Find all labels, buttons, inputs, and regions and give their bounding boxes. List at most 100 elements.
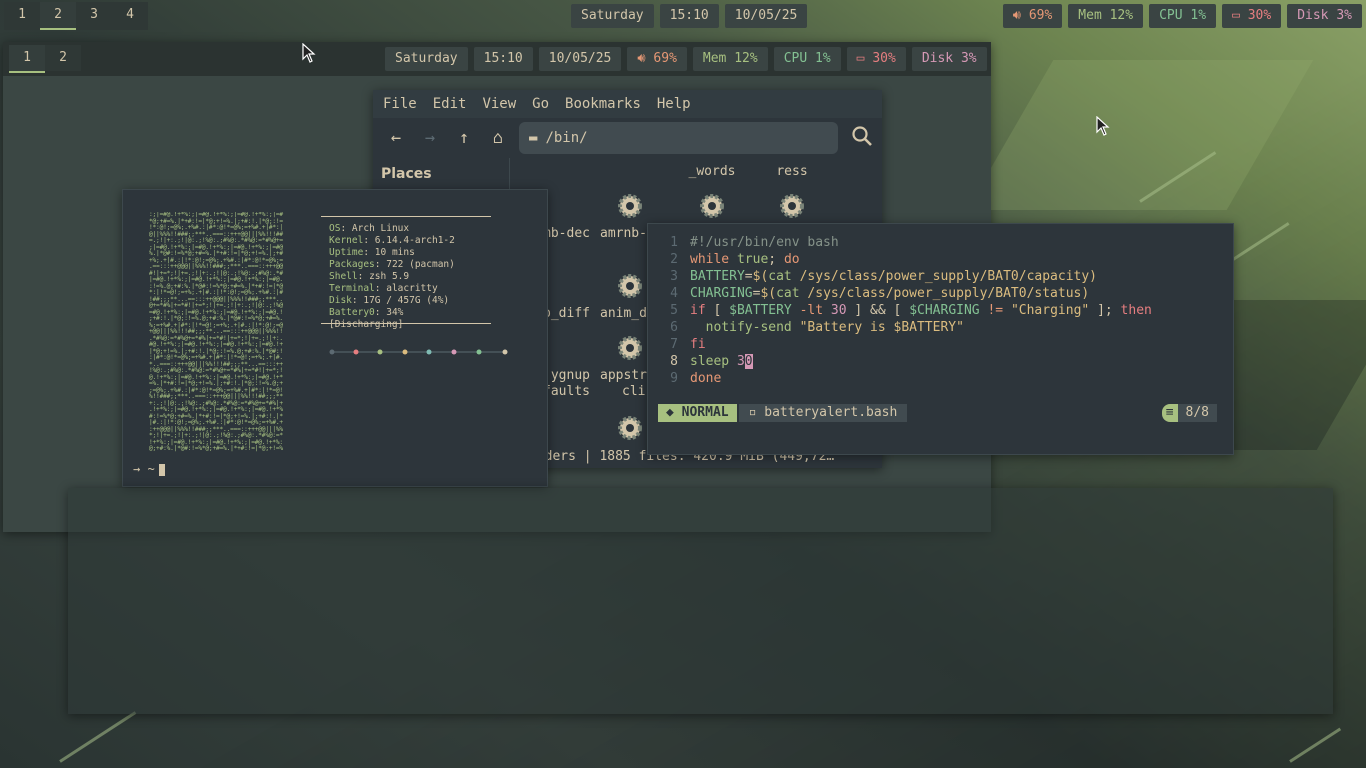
battery-icon: ▭ — [1232, 8, 1248, 23]
code-line-current[interactable]: 8 sleep 30 — [648, 353, 1233, 370]
file-item[interactable]: ress — [752, 164, 832, 180]
inner-volume-widget[interactable]: 🔊︎ 69% — [627, 47, 687, 71]
file-name: _words — [688, 164, 736, 179]
navigation-bar: ← → ↑ ⌂ ▬ /bin/ — [373, 118, 882, 158]
inner-day-label: Saturday — [385, 47, 468, 71]
clock[interactable]: 15:10 — [659, 4, 719, 28]
file-item[interactable]: _words — [672, 164, 752, 180]
disk-widget: Disk 3% — [1287, 4, 1362, 28]
top-bar: 1 2 3 4 Saturday 15:10 10/05/25 🔊︎ 69% M… — [4, 2, 1362, 30]
text-cursor — [158, 463, 165, 476]
info-battery: Battery0: 34% [Discharging] — [329, 307, 404, 330]
back-arrow-icon[interactable]: ← — [379, 128, 413, 148]
info-os: OS: Arch Linux — [329, 223, 410, 234]
file-name: ygnup — [550, 368, 590, 383]
path-bar[interactable]: ▬ /bin/ — [519, 122, 838, 154]
menu-edit[interactable]: Edit — [433, 96, 467, 112]
wallpaper-streak — [59, 711, 137, 763]
code-line[interactable]: 7 fi — [648, 336, 1233, 353]
prompt-text: → ~ — [133, 462, 155, 476]
cpu-widget: CPU 1% — [1149, 4, 1217, 28]
inner-bar: 1 2 Saturday 15:10 10/05/25 🔊︎ 69% Mem 1… — [3, 42, 991, 76]
cursor-position: 8/8 — [1177, 404, 1217, 422]
date-label[interactable]: 10/05/25 — [724, 4, 808, 28]
path-text: /bin/ — [545, 130, 588, 146]
speaker-icon: 🔊︎ — [637, 51, 654, 66]
battery-value: 30% — [1247, 8, 1272, 23]
info-shell: Shell: zsh 5.9 — [329, 271, 410, 282]
inner-workspace-1[interactable]: 1 — [9, 45, 45, 73]
file-name: ress — [776, 164, 808, 179]
file-name: cli — [622, 384, 646, 399]
code-line[interactable]: 6 notify-send "Battery is $BATTERY" — [648, 319, 1233, 336]
workspace-2[interactable]: 2 — [40, 2, 76, 30]
file-item[interactable] — [752, 192, 832, 224]
day-label: Saturday — [571, 4, 654, 28]
workspace-3[interactable]: 3 — [76, 2, 112, 28]
file-name: faults — [543, 384, 590, 399]
speaker-icon: 🔊︎ — [1012, 8, 1029, 23]
inner-date-label[interactable]: 10/05/25 — [538, 47, 622, 71]
volume-value: 69% — [1028, 8, 1053, 23]
info-packages: Packages: 722 (pacman) — [329, 259, 455, 270]
gear-icon — [700, 194, 724, 218]
code-line[interactable]: 9 done — [648, 370, 1233, 387]
file-name: mb-dec — [543, 226, 590, 241]
inner-cpu-widget: CPU 1% — [773, 47, 841, 71]
file-name: anim_d — [600, 306, 647, 321]
menu-view[interactable]: View — [482, 96, 516, 112]
up-arrow-icon[interactable]: ↑ — [447, 128, 481, 148]
code-line[interactable]: 1 #!/usr/bin/env bash — [648, 234, 1233, 251]
file-name: appstr — [600, 368, 647, 383]
menu-bookmarks[interactable]: Bookmarks — [565, 96, 641, 112]
file-name: b_diff — [543, 306, 590, 321]
folder-icon: ▬ — [529, 130, 538, 146]
memory-widget: Mem 12% — [1068, 4, 1144, 28]
file-name: amrnb- — [600, 226, 647, 241]
terminal-window: :;|=#@.!+*%:;|=#@.!+*%:;|=#@.!+*%:;|=# *… — [122, 189, 548, 487]
home-icon[interactable]: ⌂ — [481, 128, 515, 148]
color-palette — [329, 349, 508, 355]
workspace-1[interactable]: 1 — [4, 2, 40, 28]
forward-arrow-icon[interactable]: → — [413, 128, 447, 148]
menu-help[interactable]: Help — [657, 96, 691, 112]
file-item[interactable] — [672, 192, 752, 224]
inner-clock[interactable]: 15:10 — [473, 47, 533, 71]
info-uptime: Uptime: 10 mins — [329, 247, 415, 258]
inner-memory-widget: Mem 12% — [692, 47, 768, 71]
lines-icon: ≡ — [1161, 404, 1178, 422]
inner-workspace-2[interactable]: 2 — [45, 45, 81, 71]
workspace-4[interactable]: 4 — [112, 2, 148, 28]
places-title: Places — [381, 166, 432, 182]
menu-go[interactable]: Go — [532, 96, 549, 112]
gear-icon — [618, 274, 642, 298]
info-terminal: Terminal: alacritty — [329, 283, 438, 294]
volume-widget[interactable]: 🔊︎ 69% — [1002, 4, 1063, 28]
file-icon: ▫ — [748, 405, 765, 420]
file-item[interactable] — [590, 192, 670, 224]
editor-window: 1 #!/usr/bin/env bash 2 while true; do 3 BA… — [647, 223, 1234, 455]
shell-prompt[interactable]: → ~ — [133, 462, 165, 476]
ascii-art-logo: :;|=#@.!+*%:;|=#@.!+*%:;|=#@.!+*%:;|=# *… — [149, 212, 283, 452]
battery-icon: ▭ — [856, 51, 873, 66]
workspace-switcher: 1 2 3 4 — [4, 2, 148, 30]
code-line[interactable]: 2 while true; do — [648, 251, 1233, 268]
inner-battery-widget: ▭ 30% — [846, 47, 906, 71]
inner-disk-widget: Disk 3% — [911, 47, 987, 71]
wallpaper-streak — [1289, 727, 1342, 763]
search-icon[interactable] — [848, 125, 876, 151]
code-line[interactable]: 4 CHARGING=$(cat /sys/class/power_supply/… — [648, 285, 1233, 302]
vim-mode-badge: ◆ NORMAL — [658, 404, 737, 422]
gear-icon — [618, 194, 642, 218]
code-line[interactable]: 5 if [ $BATTERY -lt 30 ] && [ $CHARGING !… — [648, 302, 1233, 319]
wallpaper-block — [966, 60, 1314, 210]
mouse-pointer-icon — [1096, 116, 1110, 136]
system-info-box: OS: Arch Linux Kernel: 6.14.4-arch1-2 Up… — [321, 216, 491, 330]
gear-icon — [780, 194, 804, 218]
code-line[interactable]: 3 BATTERY=$(cat /sys/class/power_supply/B… — [648, 268, 1233, 285]
gear-icon — [618, 416, 642, 440]
file-name-tab: ▫ batteryalert.bash — [738, 404, 908, 422]
info-kernel: Kernel: 6.14.4-arch1-2 — [329, 235, 455, 246]
battery-widget: ▭ 30% — [1222, 4, 1282, 28]
menu-file[interactable]: File — [383, 96, 417, 112]
